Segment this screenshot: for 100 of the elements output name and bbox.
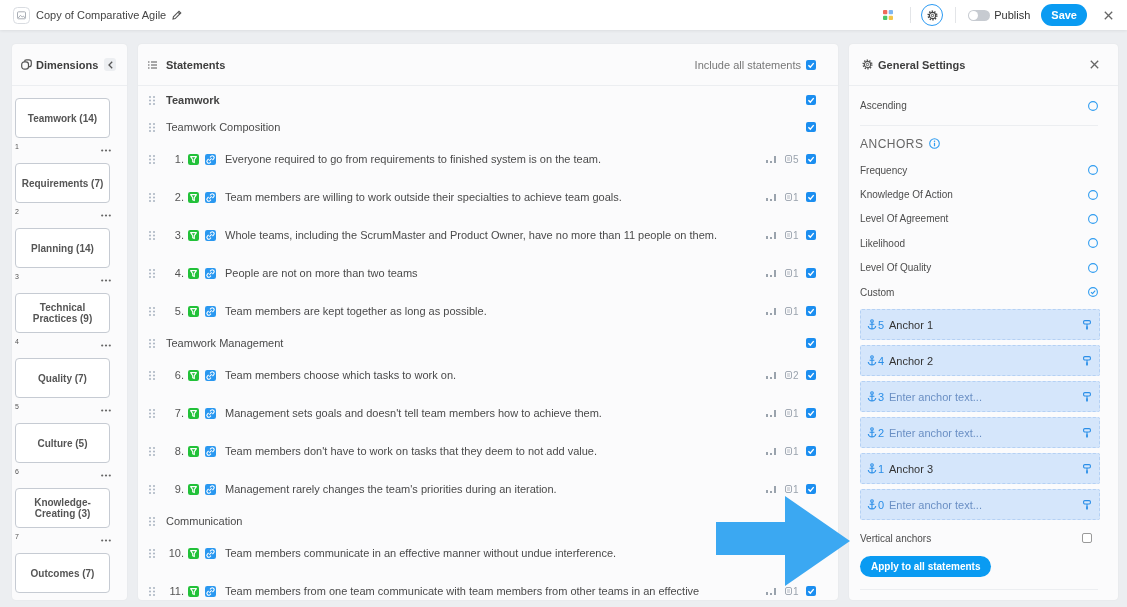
note-icon[interactable] <box>785 371 792 379</box>
anchor-field[interactable]: 4 Anchor 2 <box>860 345 1100 377</box>
checkbox[interactable] <box>806 484 816 494</box>
note-icon[interactable] <box>785 409 792 417</box>
pencil-icon[interactable] <box>172 10 183 20</box>
checkbox[interactable] <box>806 408 816 418</box>
link-icon[interactable] <box>205 483 216 495</box>
link-icon[interactable] <box>205 547 216 559</box>
note-icon[interactable] <box>785 269 792 277</box>
anchor-text-input[interactable]: Anchor 1 <box>889 318 1077 331</box>
dimension-card[interactable]: Outcomes (7) <box>15 553 110 593</box>
radio-checked[interactable] <box>1088 287 1098 298</box>
bar-chart-icon[interactable] <box>766 447 776 455</box>
more-icon[interactable] <box>101 149 111 152</box>
drag-handle-icon[interactable] <box>149 338 155 348</box>
more-icon[interactable] <box>101 409 111 412</box>
checkbox[interactable] <box>806 306 816 316</box>
funnel-icon[interactable] <box>188 191 199 203</box>
settings-button[interactable] <box>921 4 944 26</box>
bar-chart-icon[interactable] <box>766 371 776 379</box>
bar-chart-icon[interactable] <box>766 307 776 315</box>
anchor-field[interactable]: 1 Anchor 3 <box>860 453 1100 485</box>
more-icon[interactable] <box>101 344 111 347</box>
note-icon[interactable] <box>785 307 792 315</box>
checkbox[interactable] <box>1082 533 1092 544</box>
drag-handle-icon[interactable] <box>149 306 155 316</box>
drag-handle-icon[interactable] <box>149 484 155 494</box>
paint-roller-icon[interactable] <box>1083 463 1091 474</box>
checkbox[interactable] <box>806 338 816 348</box>
drag-handle-icon[interactable] <box>149 586 155 596</box>
link-icon[interactable] <box>205 445 216 457</box>
funnel-icon[interactable] <box>188 229 199 241</box>
bar-chart-icon[interactable] <box>766 485 776 493</box>
paint-roller-icon[interactable] <box>1083 319 1091 330</box>
bar-chart-icon[interactable] <box>766 409 776 417</box>
publish-toggle[interactable] <box>968 9 991 21</box>
drag-handle-icon[interactable] <box>149 370 155 380</box>
drag-handle-icon[interactable] <box>149 230 155 240</box>
bar-chart-icon[interactable] <box>766 269 776 277</box>
drag-handle-icon[interactable] <box>149 122 155 132</box>
checkbox[interactable] <box>806 95 816 105</box>
checkbox[interactable] <box>806 154 816 164</box>
radio-button[interactable] <box>1088 100 1098 111</box>
checkbox[interactable] <box>806 268 816 278</box>
drag-handle-icon[interactable] <box>149 95 155 105</box>
anchor-text-input[interactable]: Enter anchor text... <box>889 426 1077 439</box>
drag-handle-icon[interactable] <box>149 268 155 278</box>
more-icon[interactable] <box>101 474 111 477</box>
note-icon[interactable] <box>785 587 792 595</box>
link-icon[interactable] <box>205 407 216 419</box>
dimension-card[interactable]: Quality (7) <box>15 358 110 398</box>
funnel-icon[interactable] <box>188 585 199 597</box>
paint-roller-icon[interactable] <box>1083 391 1091 402</box>
dimension-card[interactable]: Planning (14) <box>15 228 110 268</box>
note-icon[interactable] <box>785 155 792 163</box>
note-icon[interactable] <box>785 485 792 493</box>
radio-button[interactable] <box>1088 262 1098 273</box>
anchor-text-input[interactable]: Enter anchor text... <box>889 390 1077 403</box>
anchor-field[interactable]: 5 Anchor 1 <box>860 309 1100 341</box>
funnel-icon[interactable] <box>188 483 199 495</box>
checkbox[interactable] <box>806 122 816 132</box>
radio-button[interactable] <box>1088 238 1098 249</box>
funnel-icon[interactable] <box>188 445 199 457</box>
funnel-icon[interactable] <box>188 407 199 419</box>
drag-handle-icon[interactable] <box>149 154 155 164</box>
anchor-text-input[interactable]: Anchor 2 <box>889 354 1077 367</box>
link-icon[interactable] <box>205 191 216 203</box>
dimension-card[interactable]: Requirements (7) <box>15 163 110 203</box>
bar-chart-icon[interactable] <box>766 587 776 595</box>
bar-chart-icon[interactable] <box>766 193 776 201</box>
note-icon[interactable] <box>785 447 792 455</box>
bar-chart-icon[interactable] <box>766 155 776 163</box>
more-icon[interactable] <box>101 214 111 217</box>
radio-button[interactable] <box>1088 213 1098 224</box>
drag-handle-icon[interactable] <box>149 192 155 202</box>
funnel-icon[interactable] <box>188 153 199 165</box>
info-icon[interactable] <box>928 138 940 149</box>
more-icon[interactable] <box>101 539 111 542</box>
checkbox[interactable] <box>806 446 816 456</box>
funnel-icon[interactable] <box>188 305 199 317</box>
anchor-text-input[interactable]: Anchor 3 <box>889 462 1077 475</box>
checkbox[interactable] <box>806 370 816 380</box>
paint-roller-icon[interactable] <box>1083 427 1091 438</box>
grid-icon[interactable] <box>883 10 894 20</box>
close-icon[interactable] <box>1104 10 1113 20</box>
close-icon[interactable] <box>1090 60 1099 69</box>
bar-chart-icon[interactable] <box>766 231 776 239</box>
anchor-text-input[interactable]: Enter anchor text... <box>889 498 1077 511</box>
drag-handle-icon[interactable] <box>149 516 155 526</box>
checkbox[interactable] <box>806 230 816 240</box>
link-icon[interactable] <box>205 369 216 381</box>
drag-handle-icon[interactable] <box>149 548 155 558</box>
link-icon[interactable] <box>205 229 216 241</box>
dimension-card[interactable]: Technical Practices (9) <box>15 293 110 333</box>
paint-roller-icon[interactable] <box>1083 499 1091 510</box>
funnel-icon[interactable] <box>188 369 199 381</box>
drag-handle-icon[interactable] <box>149 446 155 456</box>
link-icon[interactable] <box>205 585 216 597</box>
checkbox[interactable] <box>806 586 816 596</box>
more-icon[interactable] <box>101 279 111 282</box>
